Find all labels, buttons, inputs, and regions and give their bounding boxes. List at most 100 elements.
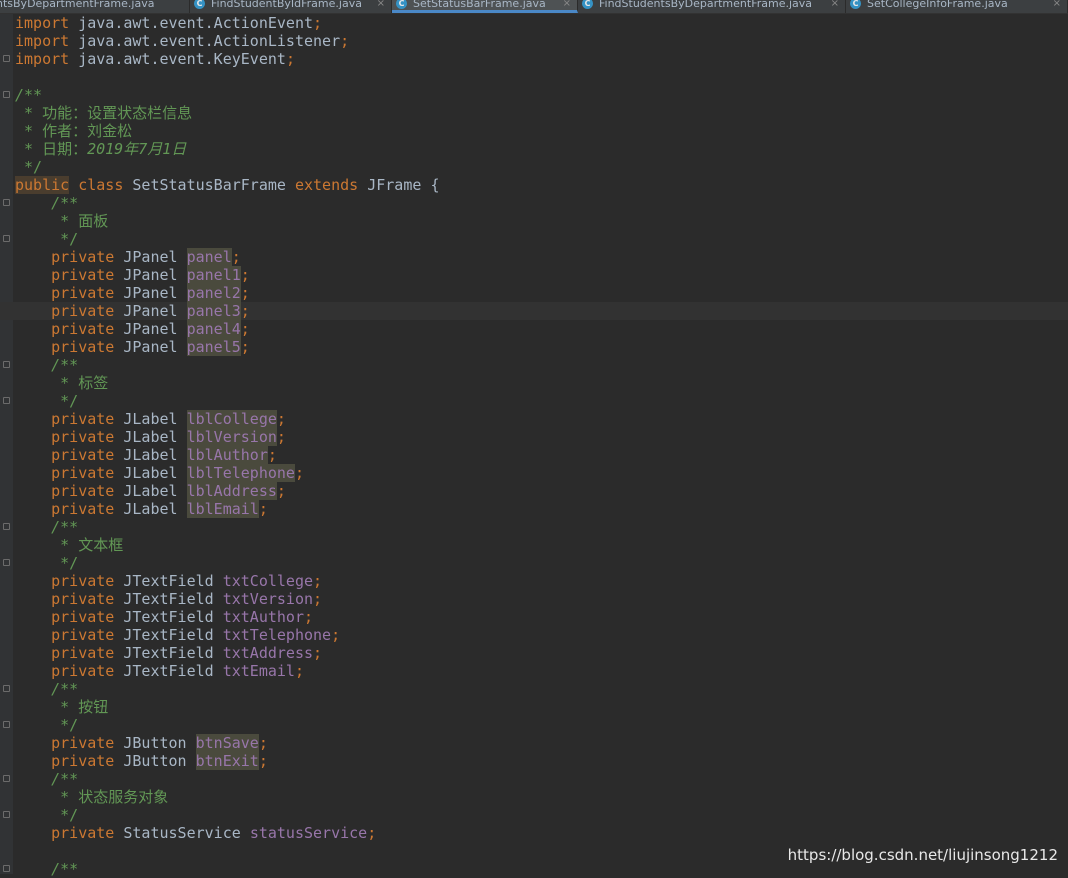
code-token: ;: [276, 428, 286, 446]
private-keyword: private: [51, 338, 115, 356]
field-name: panel: [186, 248, 232, 266]
editor-tab-bar: ntsByDepartmentFrame.java C FindStudentByI…: [0, 0, 1068, 14]
field-name: lblAddress: [186, 482, 277, 500]
field-type: JTextField: [123, 608, 214, 626]
private-keyword: private: [51, 734, 115, 752]
tab-3[interactable]: C FindStudentsByDepartmentFrame.java ×: [578, 0, 846, 13]
code-token: ;: [304, 608, 314, 626]
field-type: JTextField: [123, 626, 214, 644]
close-icon[interactable]: ×: [1053, 0, 1061, 9]
field-declaration: private JLabel lblVersion;: [15, 428, 1068, 446]
close-icon[interactable]: ×: [563, 0, 571, 9]
watermark: https://blog.csdn.net/liujinsong1212: [787, 846, 1058, 864]
fold-marker-icon[interactable]: [3, 361, 10, 368]
field-name: statusService: [249, 824, 368, 842]
fold-marker-icon[interactable]: [3, 235, 10, 242]
doc-comment-line: * 面板: [15, 212, 1068, 230]
field-type: JLabel: [123, 446, 178, 464]
fold-marker-icon[interactable]: [3, 721, 10, 728]
private-keyword: private: [51, 320, 115, 338]
editor-gutter: [0, 14, 13, 874]
fold-marker-icon[interactable]: [3, 775, 10, 782]
doc-comment-line: */: [15, 806, 1068, 824]
tab-0[interactable]: ntsByDepartmentFrame.java: [0, 0, 190, 13]
doc-open: /**: [51, 770, 79, 788]
fold-marker-icon[interactable]: [3, 199, 10, 206]
doc-comment-line: */: [15, 230, 1068, 248]
private-keyword: private: [51, 302, 115, 320]
field-type: JButton: [123, 752, 187, 770]
code-token: ;: [313, 590, 323, 608]
private-keyword: private: [51, 752, 115, 770]
field-declaration: private JTextField txtAddress;: [15, 644, 1068, 662]
doc-open: /**: [51, 860, 79, 878]
fold-marker-icon[interactable]: [3, 55, 10, 62]
section-comment: 文本框: [78, 536, 124, 554]
fold-marker-icon[interactable]: [3, 397, 10, 404]
fold-marker-icon[interactable]: [3, 523, 10, 530]
import-keyword: import: [15, 50, 70, 68]
code-editor[interactable]: import java.awt.event.ActionEvent; import…: [0, 14, 1068, 878]
code-token: ;: [258, 752, 268, 770]
field-type: JTextField: [123, 644, 214, 662]
doc-comment-line: /**: [15, 194, 1068, 212]
tab-1[interactable]: C FindStudentByIdFrame.java ×: [190, 0, 392, 13]
doc-open: /**: [51, 356, 79, 374]
private-keyword: private: [51, 608, 115, 626]
import-path: java.awt.event.ActionEvent: [78, 14, 314, 32]
doc-comment-line: /**: [15, 86, 1068, 104]
code-token: ;: [240, 266, 250, 284]
field-type: JTextField: [123, 572, 214, 590]
private-keyword: private: [51, 500, 115, 518]
close-icon[interactable]: ×: [831, 0, 839, 9]
fold-marker-icon[interactable]: [3, 811, 10, 818]
doc-comment-line: * 文本框: [15, 536, 1068, 554]
doc-comment-line: */: [15, 392, 1068, 410]
doc-comment-line: /**: [15, 680, 1068, 698]
field-name: txtEmail: [222, 662, 295, 680]
field-declaration: private JButton btnExit;: [15, 752, 1068, 770]
fold-marker-icon[interactable]: [3, 685, 10, 692]
doc-comment-line: /**: [15, 518, 1068, 536]
tab-4[interactable]: C SetCollegeInfoFrame.java ×: [846, 0, 1068, 13]
doc-comment-line: * 标签: [15, 374, 1068, 392]
java-class-icon: C: [194, 0, 205, 9]
private-keyword: private: [51, 248, 115, 266]
code-token: ;: [313, 14, 323, 32]
field-type: JLabel: [123, 428, 178, 446]
close-icon[interactable]: ×: [377, 0, 385, 9]
field-type: JPanel: [123, 338, 178, 356]
fold-marker-icon[interactable]: [3, 865, 10, 872]
field-type: JLabel: [123, 410, 178, 428]
field-name: panel5: [186, 338, 241, 356]
tab-2[interactable]: C SetStatusBarFrame.java ×: [392, 0, 578, 13]
doc-text: * 功能：设置状态栏信息: [15, 104, 193, 122]
private-keyword: private: [51, 824, 115, 842]
fold-marker-icon[interactable]: [3, 559, 10, 566]
fold-marker-icon[interactable]: [3, 91, 10, 98]
private-keyword: private: [51, 662, 115, 680]
doc-star: *: [51, 788, 79, 806]
